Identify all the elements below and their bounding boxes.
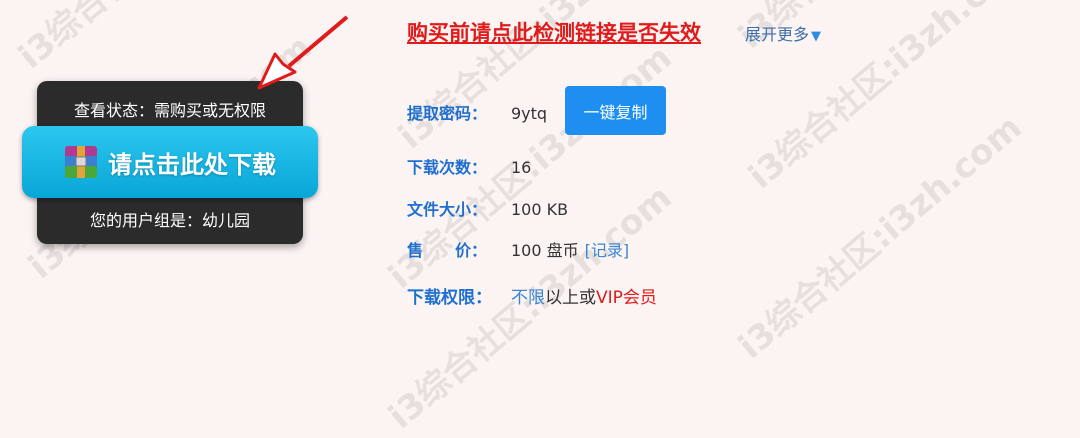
expand-more-label: 展开更多: [745, 25, 810, 44]
copy-button[interactable]: 一键复制: [565, 86, 666, 135]
caret-down-icon: ▼: [811, 29, 822, 44]
price-row: 售 价： 100 盘币 [记录]: [407, 237, 629, 261]
file-size-label: 文件大小：: [407, 200, 488, 219]
password-row: 提取密码： 9ytq: [407, 100, 547, 124]
permission-or: 以上或: [545, 288, 596, 308]
archive-icon: [65, 146, 97, 178]
permission-unlimited: 不限: [511, 288, 545, 308]
check-link[interactable]: 购买前请点此检测链接是否失效: [407, 17, 701, 47]
user-group-text: 您的用户组是：幼儿园: [89, 211, 250, 230]
download-count-value: 16: [511, 158, 532, 177]
expand-more[interactable]: 展开更多 ▼: [745, 21, 821, 45]
permission-vip: VIP会员: [596, 288, 657, 308]
arrow-icon: [257, 15, 349, 90]
download-button-label: 请点击此处下载: [108, 150, 276, 179]
view-status-text: 查看状态：需购买或无权限: [73, 101, 266, 120]
price-value: 100 盘币: [511, 241, 579, 260]
price-label: 售 价：: [407, 241, 488, 260]
record-link[interactable]: [记录]: [585, 241, 630, 260]
file-size-row: 文件大小： 100 KB: [407, 196, 568, 220]
password-value: 9ytq: [511, 104, 548, 123]
permission-label: 下载权限：: [407, 288, 492, 308]
permission-row: 下载权限： 不限以上或VIP会员: [407, 283, 657, 308]
download-count-label: 下载次数：: [407, 158, 488, 177]
watermark: i3综合社区:i3zh.com: [731, 107, 1030, 367]
password-label: 提取密码：: [407, 104, 488, 123]
file-size-value: 100 KB: [511, 200, 569, 219]
download-button[interactable]: 请点击此处下载: [22, 126, 318, 198]
download-count-row: 下载次数： 16: [407, 154, 531, 178]
